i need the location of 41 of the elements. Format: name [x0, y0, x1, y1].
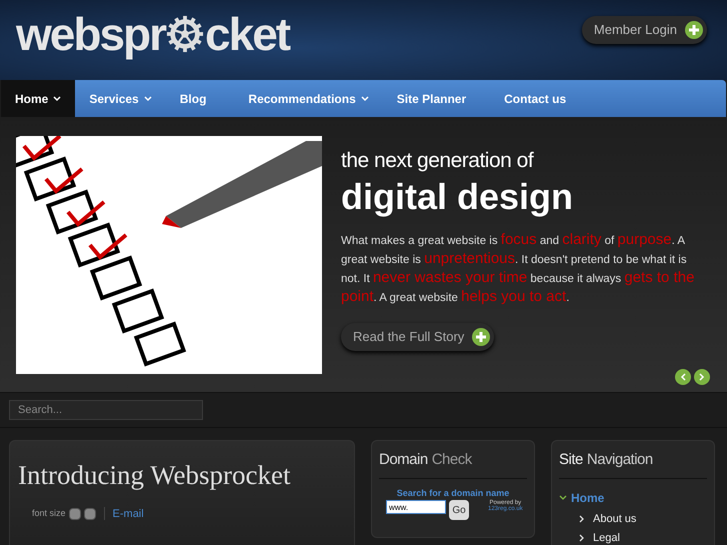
previous-slide-button[interactable] [675, 369, 691, 385]
chevron-right-icon [699, 373, 705, 381]
nav-link[interactable]: Legal [593, 530, 620, 545]
nav-link[interactable]: Home [571, 488, 604, 506]
nav-tab[interactable]: Services [75, 80, 166, 117]
chevron-left-icon [680, 373, 686, 381]
nav-tab[interactable]: Blog [166, 80, 220, 117]
email-link[interactable]: E-mail [112, 506, 144, 522]
search-field[interactable]: Search... [9, 400, 203, 420]
increase-font-icon[interactable] [84, 508, 96, 520]
read-story-button[interactable]: Read the Full Story [341, 323, 494, 351]
slide-text: What makes a great website is focus and clarity of purpose. A great website is unpretentious. It doesn't pretend to be what it is not. It never wastes your time because it always gets to the point. A great website helps you to act. [341, 231, 696, 308]
chevron-down-icon [53, 96, 62, 102]
domain-prompt: Search for a domain name [396, 486, 510, 500]
card-title: Navigation [586, 450, 653, 470]
plus-icon [472, 328, 490, 346]
gear-icon [166, 15, 204, 53]
plus-icon [685, 21, 703, 39]
domain-field[interactable]: www. [386, 500, 446, 514]
logo-text: cket [205, 6, 290, 62]
go-button[interactable]: Go [449, 500, 469, 520]
card-title: Site [559, 450, 583, 470]
nav-tab[interactable]: Site Planner [382, 80, 480, 117]
card-title: Domain [379, 450, 428, 470]
chevron-down-icon [144, 96, 152, 102]
nav-link[interactable]: About us [593, 510, 636, 527]
font-size-label: font size [32, 507, 66, 520]
logo-text: webspr [16, 6, 166, 62]
chevron-down-icon [360, 96, 369, 102]
nav-tab[interactable]: Contact us [490, 80, 580, 117]
article-title: Introducing Websprocket [18, 459, 292, 492]
next-slide-button[interactable] [694, 369, 710, 385]
slide-kicker: the next generation of [341, 148, 535, 174]
decrease-font-icon[interactable] [68, 508, 81, 520]
chevron-right-icon [579, 534, 585, 542]
chevron-right-icon [579, 514, 585, 523]
card-title: Check [432, 450, 472, 470]
nav-tab[interactable]: Recommendations [234, 80, 383, 117]
member-login-button[interactable]: Member Login [582, 16, 707, 44]
nav-tab[interactable]: Home [1, 80, 76, 117]
slide-headline: digital design [341, 175, 574, 220]
